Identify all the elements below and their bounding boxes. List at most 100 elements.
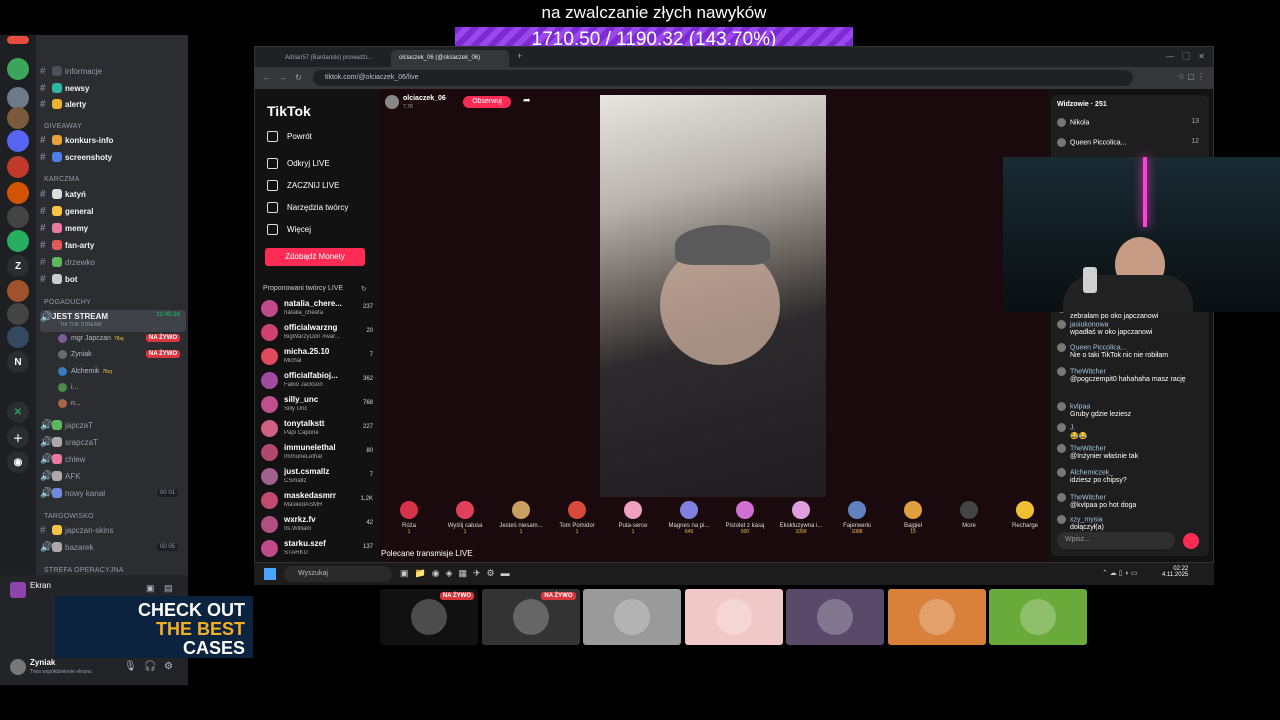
chat-user[interactable]: Queen Piccolica...: [1070, 344, 1126, 351]
channel-channel[interactable]: # konkurs-info: [40, 133, 186, 147]
system-tray-icon[interactable]: ⌃ ☁ ▯ ◖ ▭: [1102, 569, 1137, 577]
channel-channel[interactable]: # drzewko: [40, 255, 186, 269]
channel-channel[interactable]: # katyń: [40, 187, 186, 201]
voice-member[interactable]: n...: [58, 397, 81, 410]
channel-channel[interactable]: # newsy: [40, 81, 186, 95]
tiktok-nav-item[interactable]: Więcej: [267, 224, 311, 235]
stream-thumbnail[interactable]: [583, 589, 681, 645]
voice-member[interactable]: i...: [58, 381, 78, 394]
avatar[interactable]: [385, 95, 399, 109]
server-icon[interactable]: [7, 326, 29, 348]
browser-tab[interactable]: Adrian57 (Bardanski) prowadzi...: [277, 50, 381, 67]
suggested-creator[interactable]: officialfabioj... Fabio Jackson 362: [261, 369, 373, 393]
stream-thumbnail[interactable]: [684, 589, 783, 645]
tiktok-nav-item[interactable]: Odkryj LIVE: [267, 158, 330, 169]
server-icon[interactable]: [7, 130, 29, 152]
suggested-creator[interactable]: officialwarzng BigWarzyDon #war... 20: [261, 321, 373, 345]
suggested-creator[interactable]: wxrkz.fv Its.William 42: [261, 513, 373, 537]
channel-voice[interactable]: 🔊 chlew: [40, 452, 186, 466]
category-header[interactable]: GIVEAWAY: [44, 123, 82, 130]
voice-channel-jest-stream[interactable]: 🔊 JEST STREAM 11:45:24 TIK TOK STREAM: [40, 310, 186, 332]
server-icon[interactable]: N: [7, 351, 29, 373]
server-icon[interactable]: [7, 58, 29, 80]
stream-thumbnail[interactable]: NA ŻYWO: [380, 589, 478, 645]
settings-gear-icon[interactable]: ⚙: [164, 661, 173, 672]
channel-channel[interactable]: # fan-arty: [40, 238, 186, 252]
windows-start-icon[interactable]: [264, 568, 276, 580]
voice-member[interactable]: mgr Japczan 7lbq: [58, 332, 124, 345]
tiktok-nav-item[interactable]: Powrót: [267, 131, 312, 142]
channel-voice[interactable]: 🔊 AFK: [40, 469, 186, 483]
suggested-creator[interactable]: natalia_chere... natalia_cheeta 237: [261, 297, 373, 321]
channel-channel[interactable]: # informacje: [40, 64, 186, 78]
server-icon[interactable]: [7, 206, 29, 228]
chat-user[interactable]: jasiukonowa: [1070, 321, 1109, 328]
extension-icons[interactable]: ☆ ▢ ⋮: [1178, 72, 1205, 81]
stream-thumbnail[interactable]: NA ŻYWO: [481, 589, 580, 645]
category-header[interactable]: TARGOWISKO: [44, 513, 94, 520]
server-icon[interactable]: Z: [7, 255, 29, 277]
stream-thumbnail[interactable]: [887, 589, 986, 645]
channel-channel[interactable]: # alerty: [40, 97, 186, 111]
channel-voice[interactable]: 🔊 nowy kanał 00 01: [40, 486, 186, 500]
channel-channel[interactable]: # bot: [40, 272, 186, 286]
chat-user[interactable]: TheWitcher: [1070, 494, 1106, 501]
browser-tab-active[interactable]: olciaczek_06 (@olciaczek_06): [391, 50, 509, 67]
window-controls[interactable]: — ▢ ✕: [1166, 51, 1205, 62]
chat-user[interactable]: TheWitcher: [1070, 445, 1106, 452]
voice-member[interactable]: Alchemik 7lbq: [58, 365, 112, 378]
gift-item[interactable]: Recharge: [997, 499, 1053, 529]
channel-channel[interactable]: # japczan-skins: [40, 523, 186, 537]
gift-item[interactable]: Puta-serce 1: [605, 499, 661, 535]
top-viewer[interactable]: Nikola 13: [1057, 118, 1203, 127]
gift-item[interactable]: Tom Pomidor 1: [549, 499, 605, 535]
suggested-creator[interactable]: micha.25.10 Michał 7: [261, 345, 373, 369]
chat-user[interactable]: TheWitcher: [1070, 368, 1106, 375]
server-icon[interactable]: [7, 230, 29, 252]
category-header[interactable]: STREFA OPERACYJNA: [44, 567, 124, 574]
server-icon[interactable]: [7, 303, 29, 325]
gift-item[interactable]: Ekskluzywna i... 1099: [773, 499, 829, 535]
chat-user[interactable]: xzy_mysia: [1070, 516, 1103, 523]
headphones-icon[interactable]: 🎧: [144, 661, 156, 672]
server-icon[interactable]: [7, 87, 29, 109]
suggested-creator[interactable]: starku.szef STARKU 137: [261, 537, 373, 561]
tiktok-nav-item[interactable]: Narzędzia twórcy: [267, 202, 348, 213]
category-header[interactable]: KARCZMA: [44, 176, 80, 183]
microphone-icon[interactable]: 🎙: [124, 661, 137, 672]
stream-thumbnail[interactable]: [786, 589, 884, 645]
server-icon[interactable]: [7, 107, 29, 129]
follow-button[interactable]: Obserwuj: [463, 96, 511, 108]
gift-item[interactable]: Róża 1: [381, 499, 437, 535]
server-icon[interactable]: [7, 280, 29, 302]
taskbar-search[interactable]: Wyszukaj: [284, 566, 392, 582]
stream-thumbnail[interactable]: [989, 589, 1087, 645]
gift-item[interactable]: Wyślij całusa 1: [437, 499, 493, 535]
tiktok-nav-item[interactable]: ZACZNIJ LIVE: [267, 180, 339, 191]
live-video[interactable]: [600, 95, 826, 497]
server-icon[interactable]: [7, 182, 29, 204]
gift-item[interactable]: Magnes na pi... 649: [661, 499, 717, 535]
channel-voice[interactable]: 🔊 bazarek 00 05: [40, 540, 186, 554]
new-tab-icon[interactable]: +: [517, 51, 522, 61]
gift-item[interactable]: Jesteś niesam... 1: [493, 499, 549, 535]
gift-item[interactable]: Bajgiel 15: [885, 499, 941, 535]
chat-input[interactable]: Wpisz...: [1057, 532, 1175, 549]
gift-item[interactable]: Fajerwerki 1088: [829, 499, 885, 535]
suggested-creator[interactable]: tonytalkstt Papi Capone 227: [261, 417, 373, 441]
suggested-creator[interactable]: silly_unc Silly Unc 768: [261, 393, 373, 417]
suggested-creator[interactable]: maskedasmrr MaskedASMR 1,2K: [261, 489, 373, 513]
url-field[interactable]: tiktok.com/@olciaczek_06/live: [313, 70, 1133, 86]
taskbar-apps-icon[interactable]: ▣📁◉◈▦✈⚙▬: [400, 568, 516, 579]
channel-channel[interactable]: # general: [40, 204, 186, 218]
chat-user[interactable]: kvlpaa: [1070, 403, 1090, 410]
heart-icon[interactable]: [1183, 533, 1199, 549]
channel-channel[interactable]: # memy: [40, 221, 186, 235]
get-coins-button[interactable]: Zdobądź Monety: [265, 248, 365, 266]
screen-settings-icon[interactable]: ▣: [146, 583, 155, 594]
category-header[interactable]: POGADUCHY: [44, 299, 91, 306]
chat-user[interactable]: Alchemiczek_: [1070, 469, 1113, 476]
nav-arrows-icon[interactable]: ← → ↻: [263, 72, 302, 83]
voice-member[interactable]: Zyniak: [58, 348, 92, 361]
gift-item[interactable]: Pistolet z kasą 500: [717, 499, 773, 535]
